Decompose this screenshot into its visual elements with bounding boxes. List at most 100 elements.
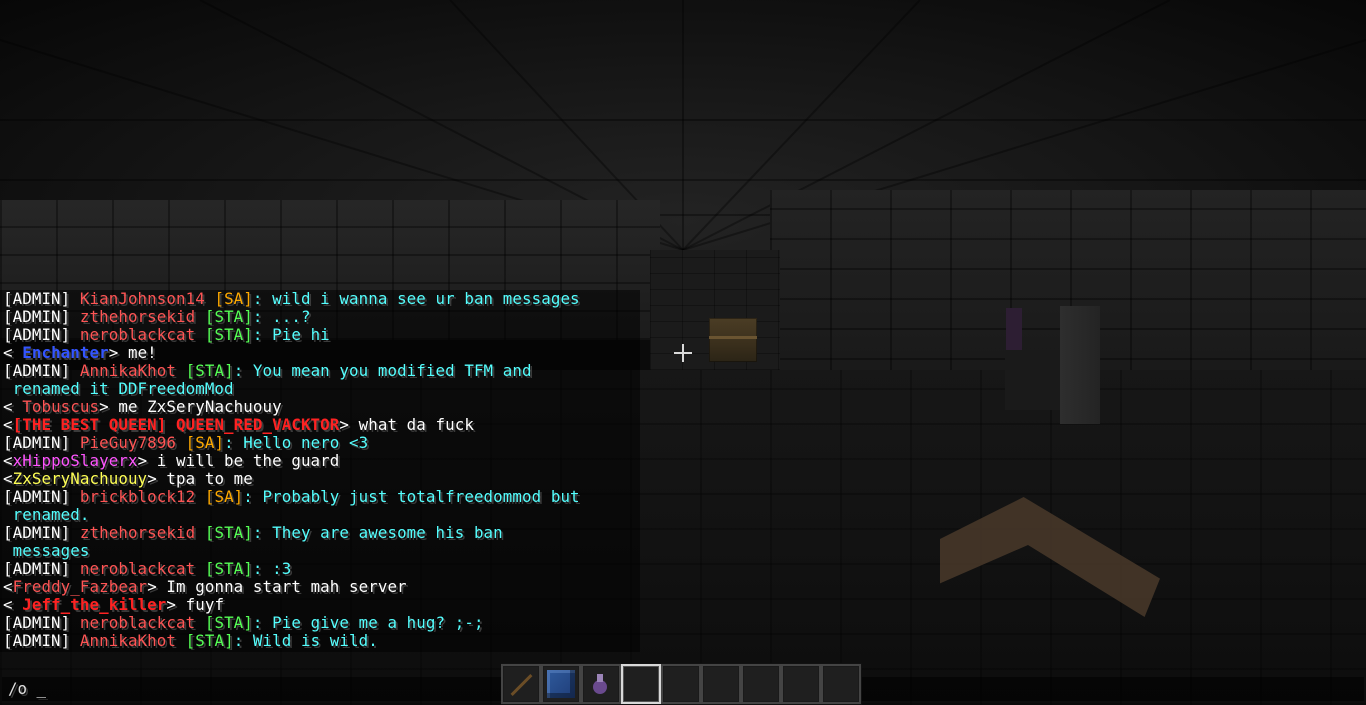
chat-text-segment: > tpa to me bbox=[147, 470, 253, 488]
chat-text-segment: < bbox=[3, 596, 23, 614]
purple-block bbox=[1006, 308, 1022, 350]
chat-text-segment bbox=[195, 524, 205, 542]
chat-text-segment: [ADMIN] bbox=[3, 362, 80, 380]
chat-message: < Tobuscus> me ZxSeryNachuouy bbox=[0, 398, 640, 416]
hotbar-slot-5[interactable] bbox=[661, 664, 701, 704]
hotbar-slot-1[interactable] bbox=[501, 664, 541, 704]
chat-text-segment: > what da fuck bbox=[339, 416, 474, 434]
chat-text-segment: [THE BEST QUEEN] QUEEN_RED_VACKTOR bbox=[12, 416, 340, 434]
chat-message: < Jeff_the_killer> fuyf bbox=[0, 596, 640, 614]
chat-message: renamed it DDFreedomMod bbox=[0, 380, 640, 398]
chat-text-segment: : :3 bbox=[252, 560, 292, 578]
hotbar-slot-4[interactable] bbox=[621, 664, 661, 704]
chat-text-segment: [ADMIN] bbox=[3, 290, 80, 308]
chat-message: [ADMIN] AnnikaKhot [STA]: Wild is wild. bbox=[0, 632, 640, 650]
chat-text-segment: : wild i wanna see ur ban messages bbox=[252, 290, 580, 308]
hotbar-slot-6[interactable] bbox=[701, 664, 741, 704]
chat-message: [ADMIN] neroblackcat [STA]: Pie give me … bbox=[0, 614, 640, 632]
chat-text-segment: [STA] bbox=[185, 632, 234, 650]
chat-text-segment bbox=[195, 308, 205, 326]
chat-message: [ADMIN] zthehorsekid [STA]: ...? bbox=[0, 308, 640, 326]
chat-text-segment: < bbox=[3, 398, 23, 416]
chat-text-segment: [ADMIN] bbox=[3, 560, 80, 578]
chat-text-segment bbox=[176, 362, 186, 380]
chat-text-segment: AnnikaKhot bbox=[79, 362, 176, 380]
crosshair-icon bbox=[674, 344, 692, 362]
chat-text-segment: neroblackcat bbox=[79, 614, 196, 632]
chat-text-segment: < bbox=[3, 416, 13, 434]
chat-message: [ADMIN] neroblackcat [STA]: Pie hi bbox=[0, 326, 640, 344]
hotbar-slot-8[interactable] bbox=[781, 664, 821, 704]
chat-text-segment: [ADMIN] bbox=[3, 614, 80, 632]
chat-message: <xHippoSlayerx> i will be the guard bbox=[0, 452, 640, 470]
chat-text-segment: [STA] bbox=[204, 326, 253, 344]
chat-text-segment: zthehorsekid bbox=[79, 308, 196, 326]
chat-text-segment: Enchanter bbox=[22, 344, 109, 362]
wooden-block bbox=[709, 318, 757, 362]
chat-command-text[interactable]: /o _ bbox=[8, 680, 46, 698]
chat-text-segment: [ADMIN] bbox=[3, 326, 80, 344]
chat-text-segment: brickblock12 bbox=[79, 488, 196, 506]
chat-text-segment: [SA] bbox=[185, 434, 225, 452]
chat-text-segment: [SA] bbox=[204, 488, 244, 506]
chat-text-segment: [ADMIN] bbox=[3, 524, 80, 542]
chat-text-segment: [STA] bbox=[204, 560, 253, 578]
chat-text-segment: : They are awesome his ban bbox=[252, 524, 503, 542]
chat-text-segment: Tobuscus bbox=[22, 398, 100, 416]
chat-text-segment bbox=[195, 326, 205, 344]
chat-text-segment bbox=[195, 614, 205, 632]
chat-text-segment bbox=[176, 632, 186, 650]
chat-text-segment: [ADMIN] bbox=[3, 488, 80, 506]
hotbar bbox=[501, 663, 862, 705]
chat-text-segment: renamed it DDFreedomMod bbox=[3, 380, 234, 398]
chat-text-segment: : Pie hi bbox=[252, 326, 330, 344]
chat-text-segment: Freddy_Fazbear bbox=[12, 578, 148, 596]
chat-text-segment: PieGuy7896 bbox=[79, 434, 176, 452]
stone-pillar bbox=[1060, 306, 1100, 424]
chat-text-segment: ZxSeryNachuouy bbox=[12, 470, 148, 488]
chat-text-segment: < bbox=[3, 452, 13, 470]
chat-text-segment bbox=[195, 488, 205, 506]
hotbar-slot-7[interactable] bbox=[741, 664, 781, 704]
chat-message: [ADMIN] KianJohnson14 [SA]: wild i wanna… bbox=[0, 290, 640, 308]
chat-text-segment: Jeff_the_killer bbox=[22, 596, 167, 614]
blue-block-icon bbox=[547, 670, 575, 698]
chat-text-segment: KianJohnson14 bbox=[79, 290, 205, 308]
chat-text-segment: : ...? bbox=[252, 308, 311, 326]
chat-text-segment: xHippoSlayerx bbox=[12, 452, 138, 470]
chat-message: < Enchanter> me! bbox=[0, 344, 640, 362]
chat-text-segment: renamed. bbox=[3, 506, 90, 524]
potion-icon bbox=[587, 670, 615, 698]
chat-text-segment: messages bbox=[3, 542, 90, 560]
chat-text-segment: neroblackcat bbox=[79, 326, 196, 344]
chat-text-segment: [ADMIN] bbox=[3, 308, 80, 326]
hotbar-slot-2[interactable] bbox=[541, 664, 581, 704]
chat-text-segment: [ADMIN] bbox=[3, 434, 80, 452]
chat-message: <[THE BEST QUEEN] QUEEN_RED_VACKTOR> wha… bbox=[0, 416, 640, 434]
hotbar-slot-9[interactable] bbox=[821, 664, 861, 704]
chat-text-segment: > i will be the guard bbox=[137, 452, 340, 470]
chat-text-segment: : Pie give me a hug? ;-; bbox=[252, 614, 484, 632]
chat-message: [ADMIN] AnnikaKhot [STA]: You mean you m… bbox=[0, 362, 640, 380]
hotbar-slot-3[interactable] bbox=[581, 664, 621, 704]
chat-text-segment bbox=[176, 434, 186, 452]
chat-text-segment: AnnikaKhot bbox=[79, 632, 176, 650]
chat-message: [ADMIN] zthehorsekid [STA]: They are awe… bbox=[0, 524, 640, 542]
chat-message: [ADMIN] PieGuy7896 [SA]: Hello nero <3 bbox=[0, 434, 640, 452]
chat-text-segment: neroblackcat bbox=[79, 560, 196, 578]
chat-message: [ADMIN] neroblackcat [STA]: :3 bbox=[0, 560, 640, 578]
chat-text-segment: < bbox=[3, 344, 23, 362]
chat-text-segment: [ADMIN] bbox=[3, 632, 80, 650]
chat-text-segment: [SA] bbox=[214, 290, 253, 308]
chat-text-segment: < bbox=[3, 470, 13, 488]
chat-text-segment: [STA] bbox=[185, 362, 234, 380]
chat-text-segment: : Probably just totalfreedommod but bbox=[243, 488, 580, 506]
chat-message: messages bbox=[0, 542, 640, 560]
chat-text-segment: > me! bbox=[108, 344, 157, 362]
dark-block bbox=[1005, 350, 1063, 410]
chat-message: renamed. bbox=[0, 506, 640, 524]
chat-message: [ADMIN] brickblock12 [SA]: Probably just… bbox=[0, 488, 640, 506]
chat-text-segment: : You mean you modified TFM and bbox=[233, 362, 532, 380]
chat-text-segment: [STA] bbox=[204, 614, 253, 632]
chat-text-segment: [STA] bbox=[204, 308, 253, 326]
